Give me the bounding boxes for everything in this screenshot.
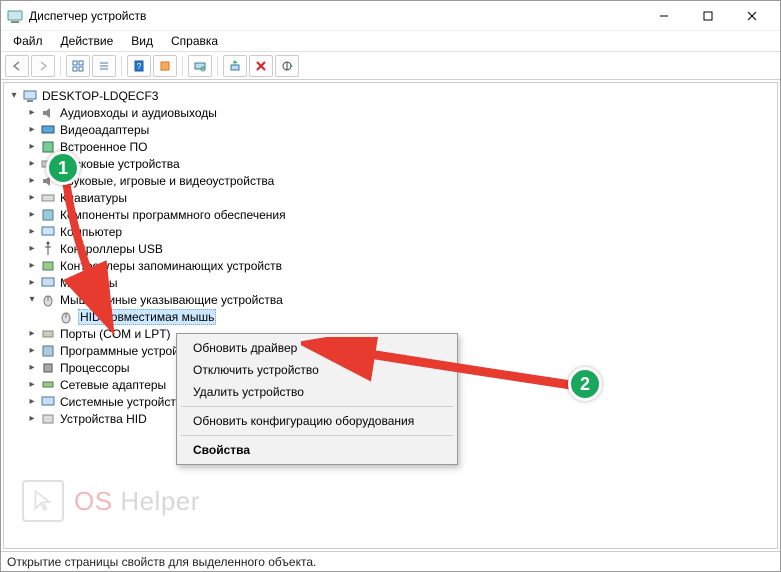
expander-right-icon[interactable]: ▸ bbox=[26, 243, 38, 255]
ctx-disable-device[interactable]: Отключить устройство bbox=[179, 359, 455, 381]
expander-right-icon[interactable]: ▸ bbox=[26, 107, 38, 119]
keyboard-icon bbox=[40, 190, 56, 206]
port-icon bbox=[40, 326, 56, 342]
menu-bar: Файл Действие Вид Справка bbox=[1, 31, 780, 52]
tree-cat-audio[interactable]: ▸ Аудиовходы и аудиовыходы bbox=[24, 104, 775, 121]
tree-cat-firmware[interactable]: ▸ Встроенное ПО bbox=[24, 138, 775, 155]
minimize-button[interactable] bbox=[642, 2, 686, 30]
menu-view[interactable]: Вид bbox=[123, 32, 161, 50]
toolbar-help-button[interactable]: ? bbox=[127, 55, 151, 77]
maximize-button[interactable] bbox=[686, 2, 730, 30]
status-text: Открытие страницы свойств для выделенног… bbox=[7, 555, 316, 569]
expander-right-icon[interactable]: ▸ bbox=[26, 277, 38, 289]
tree-cat-monitor[interactable]: ▸ Мониторы bbox=[24, 274, 775, 291]
storage-controller-icon bbox=[40, 258, 56, 274]
expander-right-icon[interactable]: ▸ bbox=[26, 141, 38, 153]
firmware-icon bbox=[40, 139, 56, 155]
expander-right-icon[interactable]: ▸ bbox=[26, 379, 38, 391]
toolbar-forward-button[interactable] bbox=[31, 55, 55, 77]
tree-cat-disk[interactable]: ▸ Дисковые устройства bbox=[24, 155, 775, 172]
monitor-icon bbox=[40, 275, 56, 291]
expander-right-icon[interactable]: ▸ bbox=[26, 175, 38, 187]
tree-cat-storage[interactable]: ▸ Контроллеры запоминающих устройств bbox=[24, 257, 775, 274]
context-menu: Обновить драйвер Отключить устройство Уд… bbox=[176, 333, 458, 465]
system-device-icon bbox=[40, 394, 56, 410]
tree-cat-usb[interactable]: ▸ Контроллеры USB bbox=[24, 240, 775, 257]
usb-icon bbox=[40, 241, 56, 257]
toolbar-properties-button[interactable] bbox=[153, 55, 177, 77]
ctx-uninstall-device[interactable]: Удалить устройство bbox=[179, 381, 455, 403]
title-bar: Диспетчер устройств bbox=[1, 1, 780, 31]
expander-right-icon[interactable]: ▸ bbox=[26, 345, 38, 357]
expander-down-icon[interactable]: ▾ bbox=[8, 90, 20, 102]
watermark: OS Helper bbox=[22, 480, 200, 522]
display-adapter-icon bbox=[40, 122, 56, 138]
expander-right-icon[interactable]: ▸ bbox=[26, 124, 38, 136]
expander-right-icon[interactable]: ▸ bbox=[26, 209, 38, 221]
toolbar: ? bbox=[1, 52, 780, 80]
expander-right-icon[interactable]: ▸ bbox=[26, 328, 38, 340]
ctx-separator bbox=[181, 406, 453, 407]
menu-file[interactable]: Файл bbox=[5, 32, 51, 50]
expander-right-icon[interactable]: ▸ bbox=[26, 260, 38, 272]
toolbar-list-view-button[interactable] bbox=[92, 55, 116, 77]
computer-icon bbox=[40, 224, 56, 240]
toolbar-back-button[interactable] bbox=[5, 55, 29, 77]
cpu-icon bbox=[40, 360, 56, 376]
status-bar: Открытие страницы свойств для выделенног… bbox=[1, 551, 780, 571]
mouse-icon bbox=[58, 309, 74, 325]
expander-right-icon[interactable]: ▸ bbox=[26, 362, 38, 374]
selected-device-label: HID-совместимая мышь bbox=[78, 309, 216, 325]
tree-dev-hid-mouse[interactable]: ▸ HID-совместимая мышь bbox=[42, 308, 775, 325]
ctx-properties[interactable]: Свойства bbox=[179, 439, 455, 461]
mouse-icon bbox=[40, 292, 56, 308]
toolbar-uninstall-button[interactable] bbox=[249, 55, 273, 77]
expander-right-icon[interactable]: ▸ bbox=[26, 226, 38, 238]
toolbar-disable-button[interactable] bbox=[275, 55, 299, 77]
software-component-icon bbox=[40, 207, 56, 223]
expander-right-icon[interactable]: ▸ bbox=[26, 158, 38, 170]
tree-cat-mouse[interactable]: ▾ Мыши и иные указывающие устройства bbox=[24, 291, 775, 308]
menu-help[interactable]: Справка bbox=[163, 32, 226, 50]
ctx-scan-hardware[interactable]: Обновить конфигурацию оборудования bbox=[179, 410, 455, 432]
annotation-bubble-1: 1 bbox=[46, 151, 80, 185]
app-icon bbox=[7, 8, 23, 24]
expander-right-icon[interactable]: ▸ bbox=[26, 396, 38, 408]
network-icon bbox=[40, 377, 56, 393]
hid-icon bbox=[40, 411, 56, 427]
audio-icon bbox=[40, 105, 56, 121]
tree-cat-computer[interactable]: ▸ Компьютер bbox=[24, 223, 775, 240]
close-button[interactable] bbox=[730, 2, 774, 30]
device-tree-panel[interactable]: ▾ DESKTOP-LDQECF3 ▸ Аудиовходы и аудиовы… bbox=[3, 82, 778, 549]
watermark-cursor-icon bbox=[22, 480, 64, 522]
toolbar-tree-view-button[interactable] bbox=[66, 55, 90, 77]
expander-right-icon[interactable]: ▸ bbox=[26, 192, 38, 204]
ctx-separator bbox=[181, 435, 453, 436]
tree-cat-sound[interactable]: ▸ Звуковые, игровые и видеоустройства bbox=[24, 172, 775, 189]
tree-root[interactable]: ▾ DESKTOP-LDQECF3 bbox=[6, 87, 775, 104]
expander-right-icon[interactable]: ▸ bbox=[26, 413, 38, 425]
toolbar-update-button[interactable] bbox=[223, 55, 247, 77]
annotation-bubble-2: 2 bbox=[568, 367, 602, 401]
tree-root-label: DESKTOP-LDQECF3 bbox=[42, 89, 158, 103]
svg-text:?: ? bbox=[137, 62, 142, 71]
toolbar-scan-button[interactable] bbox=[188, 55, 212, 77]
ctx-update-driver[interactable]: Обновить драйвер bbox=[179, 337, 455, 359]
watermark-text: OS Helper bbox=[74, 486, 200, 517]
software-device-icon bbox=[40, 343, 56, 359]
tree-cat-keyboard[interactable]: ▸ Клавиатуры bbox=[24, 189, 775, 206]
computer-icon bbox=[22, 88, 38, 104]
menu-action[interactable]: Действие bbox=[53, 32, 122, 50]
expander-down-icon[interactable]: ▾ bbox=[26, 294, 38, 306]
window-title: Диспетчер устройств bbox=[29, 9, 642, 23]
tree-cat-video[interactable]: ▸ Видеоадаптеры bbox=[24, 121, 775, 138]
tree-cat-software[interactable]: ▸ Компоненты программного обеспечения bbox=[24, 206, 775, 223]
